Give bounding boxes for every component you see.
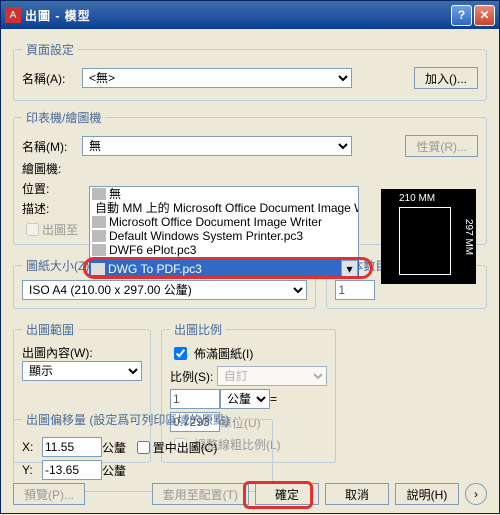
page-name-label: 名稱(A): <box>22 70 82 87</box>
list-item[interactable]: Microsoft Office Document Image Writer <box>90 215 358 229</box>
scale-legend: 出圖比例 <box>170 321 226 338</box>
offset-legend: 出圖偏移量 (設定爲可列印區域的原點) <box>22 411 233 428</box>
plot-area-legend: 出圖範圍 <box>22 321 78 338</box>
cancel-button[interactable]: 取消 <box>325 483 389 505</box>
center-check[interactable] <box>137 441 150 454</box>
scale-unit1[interactable]: 公釐 <box>220 389 270 409</box>
help-window-button[interactable]: ? <box>451 5 472 26</box>
scale-label: 比例(S): <box>170 368 213 385</box>
chevron-down-icon[interactable]: ▾ <box>341 260 358 277</box>
list-item[interactable]: 自動 MM 上的 Microsoft Office Document Image… <box>90 201 358 215</box>
printer-legend: 印表機/繪圖機 <box>22 109 105 126</box>
ok-button[interactable]: 確定 <box>255 483 319 505</box>
printer-icon <box>92 188 106 200</box>
copies-input <box>335 280 375 300</box>
close-window-button[interactable]: ✕ <box>474 5 495 26</box>
add-button[interactable]: 加入()... <box>414 67 478 89</box>
preview-page-icon <box>399 207 451 275</box>
paper-size-select[interactable]: ISO A4 (210.00 x 297.00 公釐) <box>22 280 307 300</box>
printer-icon <box>91 263 105 275</box>
apply-layout-button: 套用至配置(T) <box>152 483 249 505</box>
fit-label: 佈滿圖紙(I) <box>194 345 253 362</box>
list-item[interactable]: 無 <box>90 187 358 201</box>
x-input[interactable] <box>42 437 102 457</box>
preview-button: 預覽(P)... <box>13 483 85 505</box>
printer-icon <box>92 216 106 228</box>
y-label: Y: <box>22 463 42 477</box>
expand-icon[interactable]: › <box>465 483 487 505</box>
plot-what-select[interactable]: 顯示 <box>22 361 142 381</box>
page-name-select[interactable]: <無> <box>82 68 352 88</box>
printer-selected-value[interactable]: DWG To PDF.pc3 <box>89 260 359 277</box>
printer-name-select[interactable]: 無 <box>82 136 352 156</box>
printer-name-label: 名稱(M): <box>22 138 82 155</box>
offset-group: 出圖偏移量 (設定爲可列印區域的原點) X: 公釐 置中出圖(C) Y: 公釐 <box>13 411 273 492</box>
help-button[interactable]: 說明(H) <box>395 483 459 505</box>
y-unit: 公釐 <box>102 462 126 479</box>
location-label: 位置: <box>22 180 82 197</box>
center-label: 置中出圖(C) <box>153 439 218 456</box>
scale-val1 <box>170 389 220 409</box>
x-label: X: <box>22 440 42 454</box>
paper-size-legend: 圖紙大小(Z) <box>22 257 93 274</box>
x-unit: 公釐 <box>102 439 126 456</box>
preview-height-label: 297 MM <box>463 219 474 255</box>
printer-properties-button: 性質(R)... <box>405 135 478 157</box>
app-icon: A <box>5 7 21 23</box>
paper-preview: 210 MM 297 MM <box>381 189 476 284</box>
equals-label: = <box>270 392 277 406</box>
printer-icon <box>92 230 106 242</box>
preview-width-label: 210 MM <box>399 193 435 204</box>
list-item[interactable]: DWF6 ePlot.pc3 <box>90 243 358 257</box>
plot-to-file-check <box>26 223 39 236</box>
fit-check[interactable] <box>174 347 187 360</box>
list-item[interactable]: Default Windows System Printer.pc3 <box>90 229 358 243</box>
page-setup-legend: 頁面設定 <box>22 41 78 58</box>
desc-label: 描述: <box>22 200 82 217</box>
printer-icon <box>92 244 106 256</box>
scale-select: 自訂 <box>217 366 327 386</box>
plot-what-label: 出圖內容(W): <box>22 344 142 361</box>
y-input[interactable] <box>42 460 102 480</box>
plotter-label: 繪圖機: <box>22 160 82 177</box>
plot-to-file-label: 出圖至 <box>42 221 78 238</box>
page-setup-group: 頁面設定 名稱(A): <無> 加入()... <box>13 41 487 101</box>
window-title: 出圖 - 模型 <box>25 7 449 24</box>
